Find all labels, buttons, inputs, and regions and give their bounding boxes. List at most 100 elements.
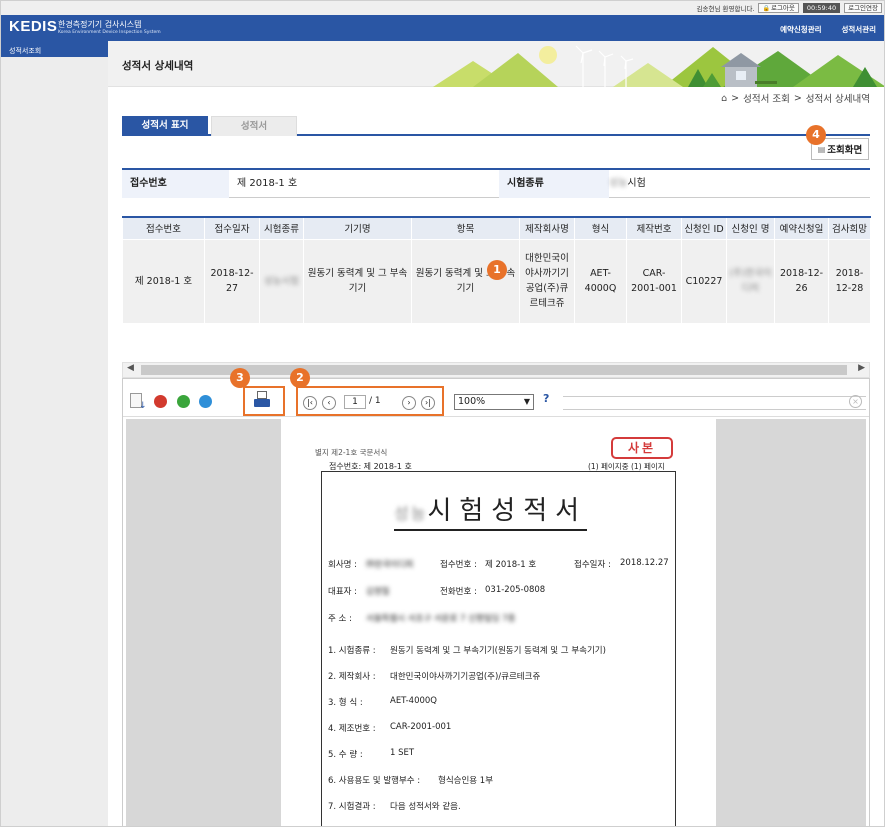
tab-report-cover[interactable]: 성적서 표지 bbox=[122, 116, 208, 136]
col-header: 접수번호 bbox=[122, 216, 205, 240]
doc-item-label: 5. 수 량 : bbox=[328, 750, 363, 760]
sidebar-item-report-search[interactable]: 성적서조회 bbox=[1, 41, 108, 57]
doc-item-label: 7. 시험결과 : bbox=[328, 802, 376, 812]
breadcrumb-separator: > bbox=[731, 92, 740, 104]
test-type-value: 성능시험 bbox=[609, 178, 646, 189]
table-row[interactable]: 제 2018-1 호 2018-12-27 성능시험 원동기 동력계 및 그 부… bbox=[122, 238, 871, 324]
doc-receipt-date-value: 2018.12.27 bbox=[620, 558, 669, 568]
download-arrow-icon: ↓ bbox=[139, 401, 147, 411]
test-type-label: 시험종류 bbox=[499, 170, 609, 198]
callout-badge-2: 2 bbox=[290, 368, 310, 388]
logout-button[interactable]: 🔒 로그아웃 bbox=[758, 3, 799, 13]
doc-item-value: 다음 성적서와 같음. bbox=[390, 802, 461, 812]
close-icon[interactable]: × bbox=[849, 395, 862, 408]
cell-model: AET-4000Q bbox=[574, 238, 627, 324]
cell-type: 성능시험 bbox=[259, 238, 304, 324]
cell-receipt: 제 2018-1 호 bbox=[122, 238, 205, 324]
first-page-icon[interactable]: |‹ bbox=[303, 396, 317, 410]
callout-badge-1: 1 bbox=[487, 260, 507, 280]
company-label: 회사명 : bbox=[328, 560, 358, 570]
col-header: 항목 bbox=[411, 216, 520, 240]
address-label: 주 소 : bbox=[328, 614, 352, 624]
test-type-blurred: 성능 bbox=[609, 178, 628, 189]
document-area: 별지 제2-1호 국문서식 사본 접수번호: 제 2018-1 호 (1) 페이… bbox=[126, 419, 866, 826]
company-value: ㈜한국이디피 bbox=[366, 560, 414, 570]
col-header: 접수일자 bbox=[204, 216, 260, 240]
cell-hope-date: 2018-12-28 bbox=[828, 238, 871, 324]
doc-item-label: 2. 제작회사 : bbox=[328, 672, 376, 682]
doc-item-label: 1. 시험종류 : bbox=[328, 646, 376, 656]
breadcrumb-item-report-search[interactable]: 성적서 조회 bbox=[743, 91, 790, 105]
phone-value: 031-205-0808 bbox=[485, 585, 546, 595]
word-export-icon[interactable] bbox=[199, 395, 212, 408]
breadcrumb-item-current: 성적서 상세내역 bbox=[805, 94, 870, 105]
doc-item-label: 4. 제조번호 : bbox=[328, 724, 376, 734]
prev-page-icon[interactable]: ‹ bbox=[322, 396, 336, 410]
logo[interactable]: KEDIS bbox=[9, 18, 57, 35]
cell-item: 원동기 동력계 및 그 부속기기 bbox=[411, 238, 520, 324]
ceo-label: 대표자 : bbox=[328, 587, 358, 597]
col-header: 제작번호 bbox=[626, 216, 682, 240]
cell-applicant-name: (주)한국이디피 bbox=[726, 238, 775, 324]
nav-reservation[interactable]: 예약신청관리 bbox=[780, 24, 821, 35]
excel-export-icon[interactable] bbox=[177, 395, 190, 408]
system-title-en: Korea Environment Device Inspection Syst… bbox=[58, 30, 161, 35]
extend-login-button[interactable]: 로그인연장 bbox=[844, 3, 882, 13]
global-nav: 예약신청관리 성적서관리 bbox=[780, 24, 876, 35]
tab-report[interactable]: 성적서 bbox=[211, 116, 297, 136]
col-header: 제작회사명 bbox=[519, 216, 575, 240]
lock-icon: 🔒 bbox=[762, 4, 770, 12]
page-title: 성적서 상세내역 bbox=[122, 60, 194, 72]
session-timer: 00:59:40 bbox=[802, 3, 841, 13]
cell-maker: 대한민국이야사까기기공업(주)큐르테크쥬 bbox=[519, 238, 575, 324]
last-page-icon[interactable]: ›| bbox=[421, 396, 435, 410]
col-header: 신청인 ID bbox=[681, 216, 727, 240]
view-screen-label: 조회화면 bbox=[827, 145, 863, 156]
viewer-toolbar: ↓ 3 2 |‹ ‹ 1 / 1 › ›| 100% ▼ ? × bbox=[123, 368, 869, 417]
next-page-icon[interactable]: › bbox=[402, 396, 416, 410]
welcome-text: 김송현님 환영합니다. bbox=[696, 5, 755, 13]
cell-reserve-date: 2018-12-26 bbox=[774, 238, 829, 324]
callout-badge-3: 3 bbox=[230, 368, 250, 388]
cell-date: 2018-12-27 bbox=[204, 238, 260, 324]
page-number-input[interactable]: 1 bbox=[344, 395, 366, 409]
chevron-down-icon: ▼ bbox=[523, 397, 530, 406]
system-title: 한경측정기기 검사시스템 bbox=[58, 20, 142, 29]
col-header: 신청인 명 bbox=[726, 216, 775, 240]
print-highlight-box bbox=[243, 386, 285, 416]
zoom-select[interactable]: 100% ▼ bbox=[454, 394, 534, 410]
viewer-search-field[interactable] bbox=[563, 396, 866, 410]
scroll-left-icon[interactable]: ◀ bbox=[127, 363, 134, 373]
doc-receipt-no-label: 접수번호 : bbox=[440, 560, 477, 570]
tab-bar: 성적서 표지 성적서 bbox=[122, 116, 870, 136]
scroll-right-icon[interactable]: ▶ bbox=[858, 363, 865, 373]
breadcrumb: ⌂ > 성적서 조회 > 성적서 상세내역 bbox=[721, 91, 870, 106]
ceo-value: 김영철 bbox=[366, 587, 390, 597]
phone-label: 전화번호 : bbox=[440, 587, 477, 597]
help-icon[interactable]: ? bbox=[543, 392, 549, 405]
doc-title: 성능시험성적서 bbox=[394, 496, 588, 531]
col-header: 형식 bbox=[574, 216, 627, 240]
document-frame: 성능시험성적서 회사명 : ㈜한국이디피 접수번호 : 제 2018-1 호 접… bbox=[321, 471, 676, 826]
doc-receipt-date-label: 접수일자 : bbox=[574, 560, 611, 570]
page-banner: 성적서 상세내역 bbox=[108, 41, 884, 87]
report-viewer: ↓ 3 2 |‹ ‹ 1 / 1 › ›| 100% ▼ ? × 별지 제2-1… bbox=[122, 368, 870, 826]
receipt-label: 접수번호 bbox=[122, 170, 229, 198]
landscape-illustration bbox=[433, 45, 884, 87]
doc-item-value: 원동기 동력계 및 그 부속기기(원동기 동력계 및 그 부속기기) bbox=[390, 646, 606, 656]
nav-report[interactable]: 성적서관리 bbox=[842, 24, 877, 35]
breadcrumb-separator: > bbox=[793, 92, 802, 104]
home-icon[interactable]: ⌂ bbox=[721, 93, 727, 104]
doc-item-value: 대한민국이야사까기기공업(주)/큐르테크쥬 bbox=[390, 672, 541, 682]
document-icon: ▤ bbox=[817, 144, 826, 154]
info-table: 접수번호 제 2018-1 호 시험종류 성능시험 bbox=[122, 168, 870, 198]
address-value: 서울특별시 서초구 서운로 7 신평빌딩 7층 bbox=[366, 614, 516, 624]
doc-item-value: CAR-2001-001 bbox=[390, 722, 452, 732]
cell-serial: CAR-2001-001 bbox=[626, 238, 682, 324]
doc-item-value: AET-4000Q bbox=[390, 696, 437, 706]
col-header: 시험종류 bbox=[259, 216, 304, 240]
utility-bar: 김송현님 환영합니다. 🔒 로그아웃 00:59:40 로그인연장 bbox=[1, 1, 884, 15]
doc-item-label: 6. 사용용도 및 발행부수 : bbox=[328, 776, 421, 786]
cell-applicant-id: C10227 bbox=[681, 238, 727, 324]
pdf-export-icon[interactable] bbox=[154, 395, 167, 408]
